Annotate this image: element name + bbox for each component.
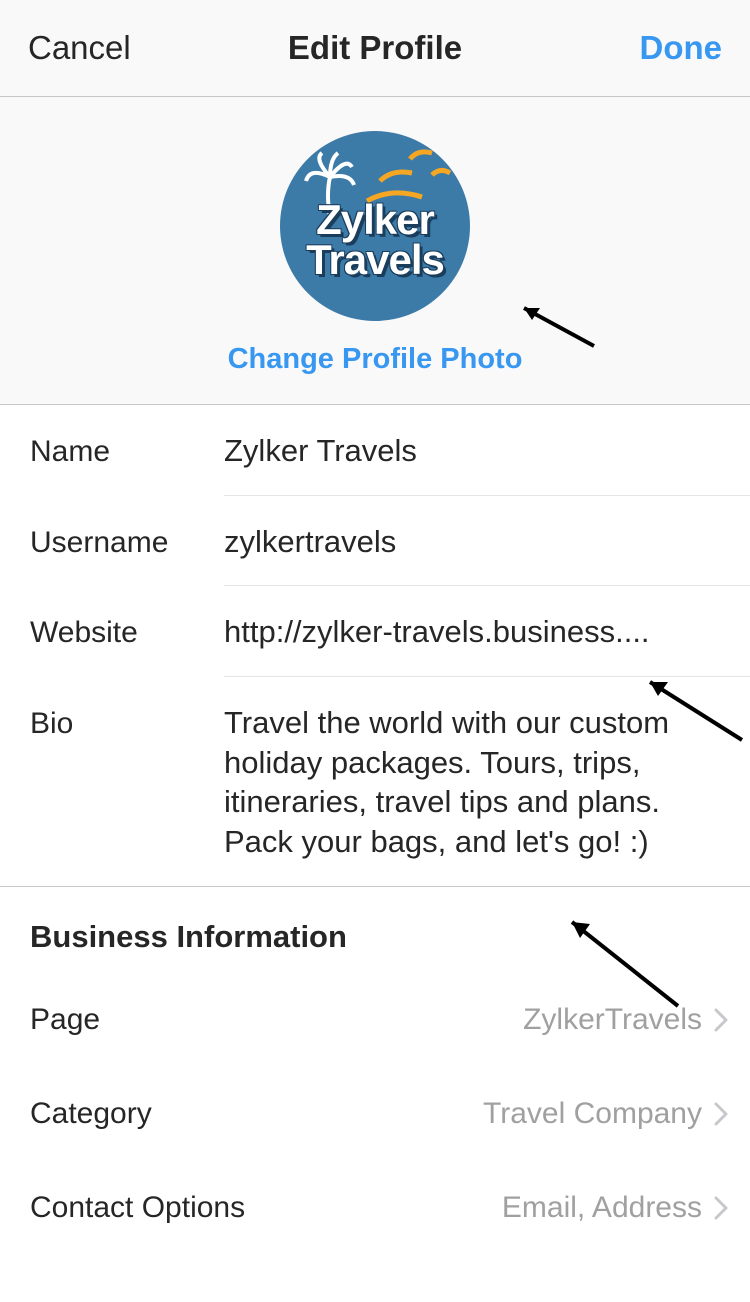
business-section: Business Information Page ZylkerTravels … bbox=[0, 887, 750, 1255]
done-button[interactable]: Done bbox=[640, 29, 723, 67]
website-field[interactable]: http://zylker-travels.business.... bbox=[224, 612, 730, 652]
name-row: Name Zylker Travels bbox=[0, 405, 750, 496]
contact-value: Email, Address bbox=[502, 1191, 702, 1225]
name-field[interactable]: Zylker Travels bbox=[224, 431, 730, 471]
contact-link-row[interactable]: Contact Options Email, Address bbox=[0, 1161, 750, 1255]
username-row: Username zylkertravels bbox=[0, 496, 750, 587]
name-label: Name bbox=[30, 431, 224, 469]
chevron-right-icon bbox=[714, 1196, 728, 1220]
website-label: Website bbox=[30, 612, 224, 650]
business-heading: Business Information bbox=[0, 887, 750, 973]
bio-label: Bio bbox=[30, 703, 224, 741]
website-row: Website http://zylker-travels.business..… bbox=[0, 586, 750, 677]
change-photo-button[interactable]: Change Profile Photo bbox=[228, 343, 523, 376]
avatar-brand-text: Zylker Travels bbox=[306, 200, 444, 280]
contact-label: Contact Options bbox=[30, 1191, 245, 1225]
category-label: Category bbox=[30, 1097, 152, 1131]
bio-field[interactable]: Travel the world with our custom holiday… bbox=[224, 703, 730, 862]
profile-photo-section: Zylker Travels Change Profile Photo bbox=[0, 97, 750, 405]
chevron-right-icon bbox=[714, 1102, 728, 1126]
bio-row: Bio Travel the world with our custom hol… bbox=[0, 677, 750, 886]
cancel-button[interactable]: Cancel bbox=[28, 29, 131, 67]
chevron-right-icon bbox=[714, 1008, 728, 1032]
avatar[interactable]: Zylker Travels bbox=[280, 131, 470, 321]
category-value: Travel Company bbox=[483, 1097, 702, 1131]
page-link-row[interactable]: Page ZylkerTravels bbox=[0, 973, 750, 1067]
page-title: Edit Profile bbox=[288, 29, 462, 67]
page-value: ZylkerTravels bbox=[523, 1003, 702, 1037]
username-field[interactable]: zylkertravels bbox=[224, 522, 730, 562]
username-label: Username bbox=[30, 522, 224, 560]
page-label: Page bbox=[30, 1003, 100, 1037]
category-link-row[interactable]: Category Travel Company bbox=[0, 1067, 750, 1161]
profile-form: Name Zylker Travels Username zylkertrave… bbox=[0, 405, 750, 887]
nav-header: Cancel Edit Profile Done bbox=[0, 0, 750, 97]
